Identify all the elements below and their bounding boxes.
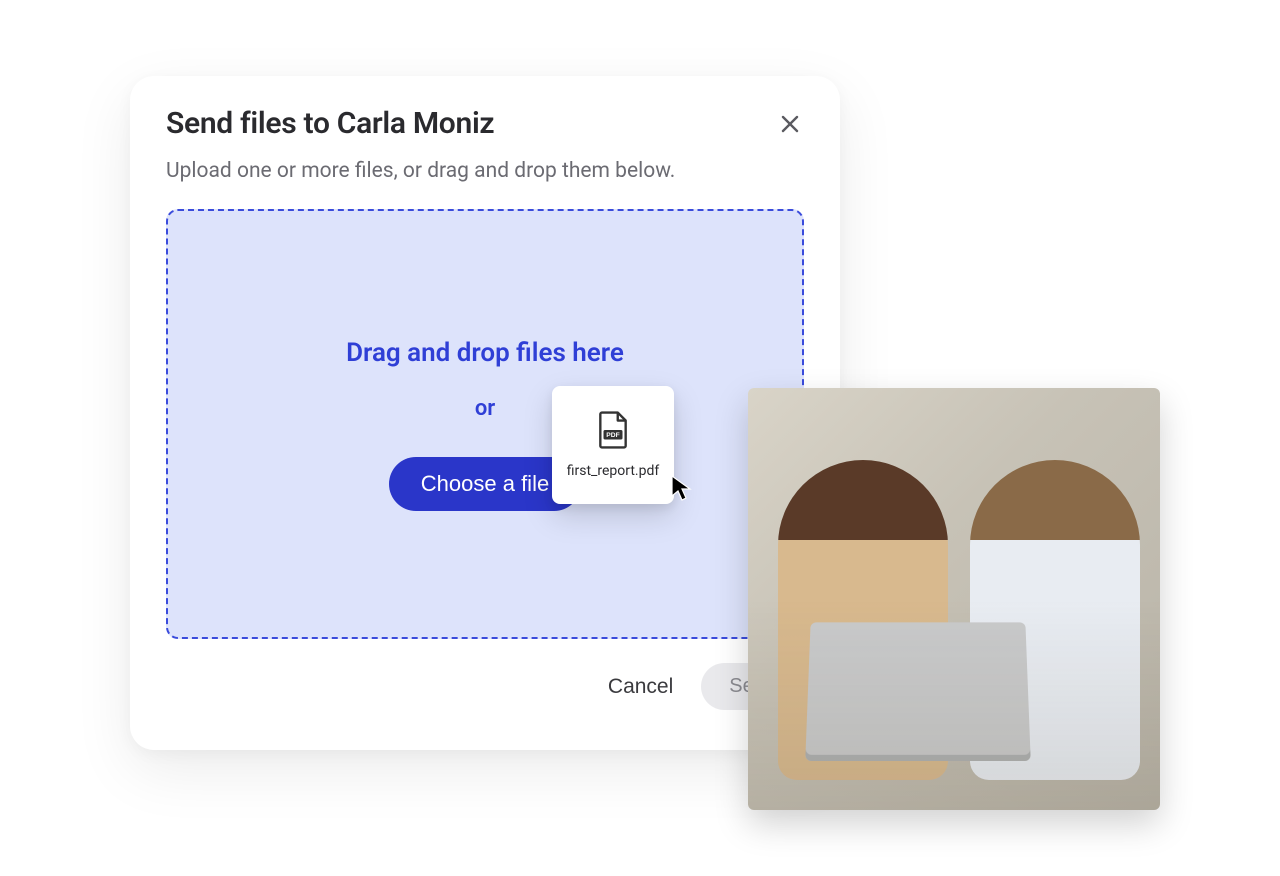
file-dropzone[interactable]: Drag and drop files here or Choose a fil… <box>166 209 804 639</box>
modal-subtitle: Upload one or more files, or drag and dr… <box>166 159 804 183</box>
dragged-file-tile[interactable]: PDF first_report.pdf <box>552 386 674 504</box>
send-files-modal: Send files to Carla Moniz Upload one or … <box>130 76 840 750</box>
cancel-button[interactable]: Cancel <box>600 665 681 709</box>
pdf-file-icon: PDF <box>596 411 630 449</box>
collaboration-photo <box>748 388 1160 810</box>
svg-text:PDF: PDF <box>606 432 619 439</box>
close-icon <box>778 112 802 136</box>
close-button[interactable] <box>776 110 804 138</box>
modal-header: Send files to Carla Moniz <box>166 106 804 141</box>
modal-title: Send files to Carla Moniz <box>166 106 494 141</box>
dragged-file-name: first_report.pdf <box>567 463 660 479</box>
dropzone-or-text: or <box>475 396 495 421</box>
dropzone-heading: Drag and drop files here <box>346 338 624 368</box>
cursor-icon <box>670 474 692 502</box>
modal-footer: Cancel Send <box>166 663 804 710</box>
